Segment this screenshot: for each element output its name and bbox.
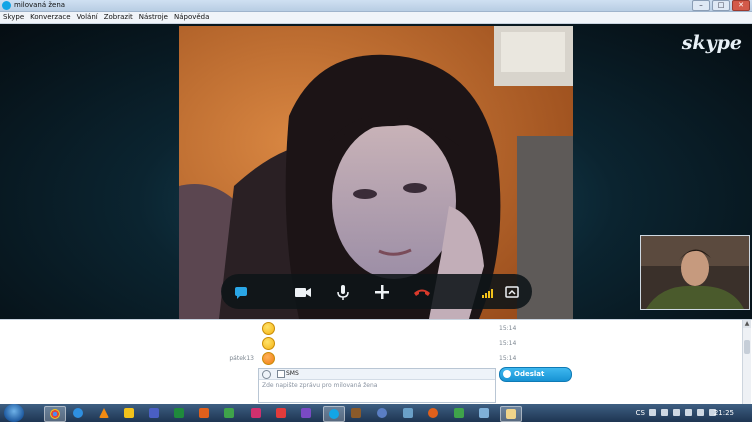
tray-app-icon[interactable] bbox=[661, 409, 668, 416]
skype-app-icon bbox=[2, 1, 11, 10]
microphone-icon[interactable] bbox=[333, 282, 353, 302]
message-time: 15:14 bbox=[499, 325, 517, 332]
send-message-label: Odeslat zprávu bbox=[514, 370, 545, 391]
message-composer: SMS bbox=[258, 368, 496, 403]
sad-emoticon-icon bbox=[262, 337, 275, 350]
taskbar-excel-icon[interactable] bbox=[169, 406, 189, 420]
taskbar-skype-icon[interactable] bbox=[323, 406, 345, 422]
taskbar-app-icon[interactable] bbox=[423, 406, 443, 420]
composer-toolbar: SMS bbox=[259, 369, 495, 380]
signal-icon[interactable] bbox=[478, 282, 498, 302]
minimize-button[interactable]: – bbox=[692, 0, 710, 11]
fullscreen-icon[interactable] bbox=[502, 282, 522, 302]
self-video-preview[interactable] bbox=[640, 235, 750, 310]
taskbar-app-icon[interactable] bbox=[474, 406, 494, 420]
taskbar-app-icon[interactable] bbox=[194, 406, 214, 420]
add-icon[interactable] bbox=[372, 282, 392, 302]
video-call-area: skype bbox=[0, 24, 752, 319]
close-button[interactable]: ✕ bbox=[732, 0, 750, 11]
clock[interactable]: 21:25 bbox=[714, 404, 734, 422]
call-controls-bar bbox=[221, 274, 532, 309]
message-input[interactable] bbox=[262, 382, 490, 389]
taskbar-media-icon[interactable] bbox=[119, 406, 139, 420]
send-icon bbox=[503, 370, 511, 378]
start-button[interactable] bbox=[4, 404, 24, 422]
skype-logo: skype bbox=[681, 32, 742, 54]
menu-view[interactable]: Zobrazit bbox=[101, 12, 136, 23]
scroll-thumb[interactable] bbox=[744, 340, 750, 354]
menu-tools[interactable]: Nástroje bbox=[136, 12, 171, 23]
emoticon-picker-icon[interactable] bbox=[262, 370, 271, 379]
scroll-up-icon[interactable]: ▲ bbox=[743, 320, 751, 328]
chat-panel: 15:14 15:14 pátek13 15:14 SMS Odeslat zp… bbox=[0, 319, 752, 405]
send-message-button[interactable]: Odeslat zprávu bbox=[499, 367, 572, 391]
sms-checkbox[interactable] bbox=[277, 370, 285, 378]
menu-help[interactable]: Nápověda bbox=[171, 12, 212, 23]
message-time: 15:14 bbox=[499, 355, 517, 362]
maximize-button[interactable]: □ bbox=[712, 0, 730, 11]
hang-up-icon[interactable] bbox=[412, 282, 432, 302]
taskbar-app-icon[interactable] bbox=[449, 406, 469, 420]
taskbar-ie-icon[interactable] bbox=[68, 406, 88, 420]
tray-arrow-icon[interactable] bbox=[649, 409, 656, 416]
taskbar-app-icon[interactable] bbox=[219, 406, 239, 420]
menu-call[interactable]: Volání bbox=[74, 12, 101, 23]
menu-conversation[interactable]: Konverzace bbox=[27, 12, 73, 23]
message-sender: pátek13 bbox=[229, 355, 254, 362]
taskbar-app-icon[interactable] bbox=[271, 406, 291, 420]
network-icon[interactable] bbox=[673, 409, 680, 416]
taskbar-chrome-icon[interactable] bbox=[44, 406, 66, 422]
chat-icon[interactable] bbox=[231, 282, 251, 302]
message-time: 15:14 bbox=[499, 340, 517, 347]
chat-message: pátek13 15:14 bbox=[0, 351, 740, 366]
chat-message: 15:14 bbox=[0, 321, 740, 336]
title-bar: milovaná žena – □ ✕ bbox=[0, 0, 752, 12]
tray-app-icon[interactable] bbox=[697, 409, 704, 416]
chat-scrollbar[interactable]: ▲ bbox=[742, 320, 751, 404]
language-indicator[interactable]: CS bbox=[636, 404, 645, 422]
taskbar-app-icon[interactable] bbox=[296, 406, 316, 420]
taskbar-app-icon[interactable] bbox=[398, 406, 418, 420]
taskbar-app-icon[interactable] bbox=[346, 406, 366, 420]
sms-label: SMS bbox=[286, 370, 299, 377]
taskbar-app-icon[interactable] bbox=[144, 406, 164, 420]
volume-icon[interactable] bbox=[685, 409, 692, 416]
taskbar-app-icon[interactable] bbox=[372, 406, 392, 420]
taskbar: CS 21:25 bbox=[0, 404, 752, 422]
menu-bar: Skype Konverzace Volání Zobrazit Nástroj… bbox=[0, 12, 752, 24]
smile-emoticon-icon bbox=[262, 322, 275, 335]
taskbar-explorer-icon[interactable] bbox=[500, 406, 522, 422]
tongue-emoticon-icon bbox=[262, 352, 275, 365]
window-title: milovaná žena bbox=[14, 1, 66, 9]
chat-message: 15:14 bbox=[0, 336, 740, 351]
taskbar-app-icon[interactable] bbox=[246, 406, 266, 420]
system-tray: CS 21:25 bbox=[612, 404, 752, 422]
taskbar-vlc-icon[interactable] bbox=[94, 406, 114, 420]
video-camera-icon[interactable] bbox=[293, 282, 313, 302]
menu-skype[interactable]: Skype bbox=[0, 12, 27, 23]
